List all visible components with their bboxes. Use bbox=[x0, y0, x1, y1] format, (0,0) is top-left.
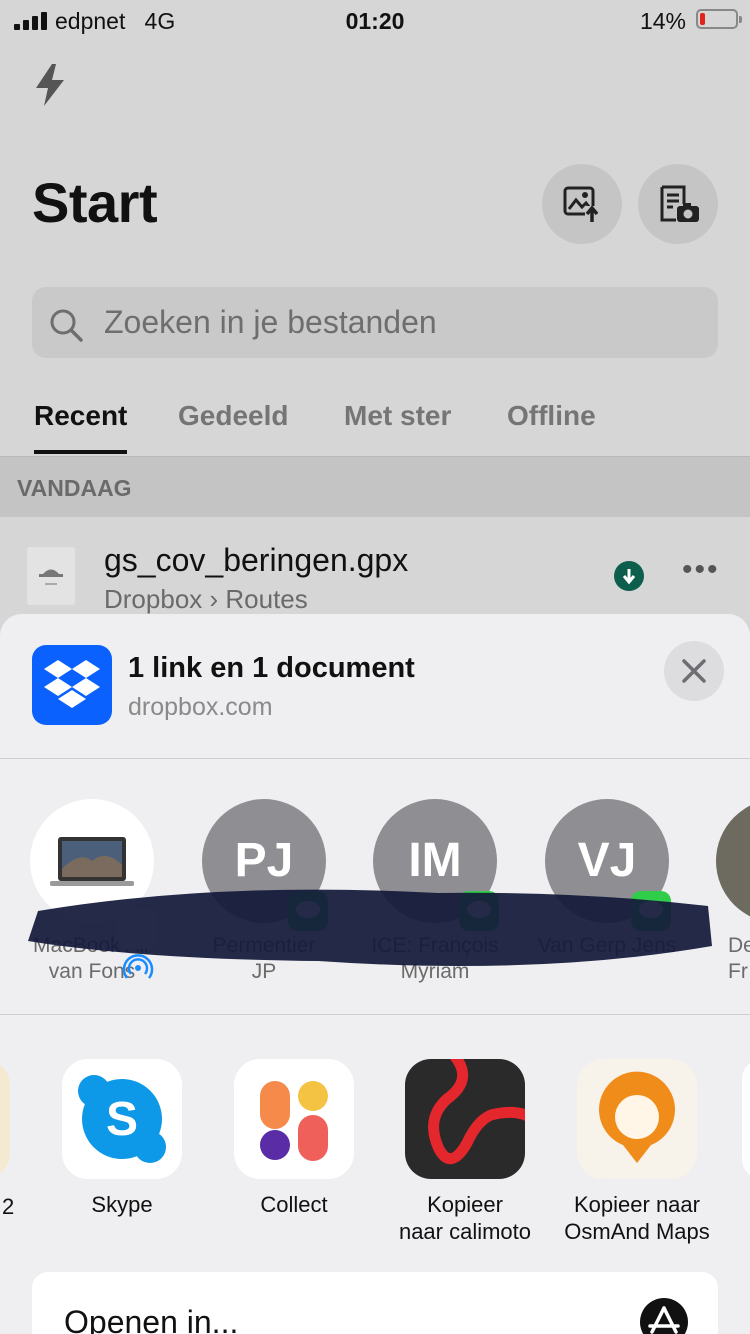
close-icon bbox=[682, 659, 706, 683]
lightning-bolt-icon[interactable] bbox=[32, 64, 68, 106]
battery-icon bbox=[696, 9, 742, 29]
messages-icon bbox=[459, 891, 499, 931]
share-target-macbook[interactable]: MacBook Air van Fons bbox=[30, 799, 158, 985]
app-store-icon bbox=[640, 1298, 688, 1334]
share-sheet: 1 link en 1 document dropbox.com MacBook… bbox=[0, 614, 750, 1334]
photo-upload-button[interactable] bbox=[542, 164, 622, 244]
status-time: 01:20 bbox=[345, 8, 405, 34]
section-header: VANDAAG bbox=[0, 457, 750, 517]
messages-icon bbox=[288, 891, 328, 931]
share-target-label: De Fr bbox=[728, 934, 750, 983]
partial-app-icon[interactable] bbox=[0, 1059, 10, 1179]
share-app-calimoto[interactable]: Kopieer naar calimoto bbox=[399, 1059, 531, 1245]
document-scan-button[interactable] bbox=[638, 164, 718, 244]
share-target-contact[interactable]: PJ Permentier JP bbox=[202, 799, 328, 985]
search-icon bbox=[50, 309, 83, 342]
battery-percentage: 14% bbox=[639, 8, 686, 34]
section-label: VANDAAG bbox=[17, 475, 132, 501]
messages-icon bbox=[631, 891, 671, 931]
tab-gedeeld[interactable]: Gedeeld bbox=[178, 400, 288, 432]
app-label: Kopieer naar calimoto bbox=[398, 1192, 532, 1244]
share-app-collect[interactable]: Collect bbox=[234, 1059, 354, 1218]
share-sheet-header: 1 link en 1 document dropbox.com bbox=[0, 614, 750, 759]
gpx-file-icon bbox=[27, 547, 75, 605]
open-in-button[interactable]: Openen in... bbox=[32, 1272, 718, 1334]
share-target-label: Permentier JP bbox=[212, 934, 316, 983]
collect-icon bbox=[234, 1059, 354, 1179]
share-target-contact[interactable]: De Fr bbox=[716, 799, 750, 985]
tab-offline[interactable]: Offline bbox=[507, 400, 596, 432]
open-in-label: Openen in... bbox=[64, 1304, 239, 1334]
share-people-row: MacBook Air van Fons PJ Permentier JP IM I… bbox=[0, 759, 750, 1015]
document-scan-icon bbox=[660, 185, 699, 222]
search-placeholder: Zoeken in je bestanden bbox=[104, 304, 437, 340]
app-label: Collect bbox=[260, 1192, 328, 1217]
photo-upload-icon bbox=[563, 186, 600, 222]
offline-download-icon bbox=[614, 561, 644, 591]
list-item[interactable]: gs_cov_beringen.gpx Dropbox › Routes ••• bbox=[0, 517, 750, 627]
partial-app-label: 2 bbox=[2, 1194, 15, 1219]
partial-app-icon[interactable] bbox=[742, 1059, 750, 1179]
file-name: gs_cov_beringen.gpx bbox=[104, 542, 409, 578]
skype-icon: S bbox=[62, 1059, 182, 1179]
share-target-contact[interactable]: VJ Van Gerp Jens bbox=[538, 799, 676, 959]
calimoto-icon bbox=[405, 1059, 525, 1179]
tab-bar: Recent Gedeeld Met ster Offline bbox=[0, 400, 750, 457]
share-target-contact[interactable]: IM ICE: François Myriam bbox=[371, 799, 499, 985]
page-title: Start bbox=[32, 171, 158, 234]
osmand-icon bbox=[577, 1059, 697, 1179]
avatar bbox=[716, 799, 750, 923]
share-target-label: ICE: François Myriam bbox=[371, 934, 499, 983]
dropbox-icon bbox=[32, 645, 112, 725]
close-button[interactable] bbox=[664, 641, 724, 701]
more-icon[interactable]: ••• bbox=[682, 555, 720, 585]
file-path: Dropbox › Routes bbox=[104, 584, 308, 614]
macbook-avatar bbox=[30, 799, 158, 979]
share-target-label: Van Gerp Jens bbox=[537, 934, 677, 957]
share-apps-row: 2 S Skype Collect Kopieer naar calimoto … bbox=[0, 1014, 750, 1264]
tab-met-ster[interactable]: Met ster bbox=[344, 400, 451, 432]
share-app-osmand[interactable]: Kopieer naar OsmAnd Maps bbox=[564, 1059, 710, 1245]
status-bar: edpnet 4G 01:20 14% bbox=[0, 0, 750, 44]
share-title: 1 link en 1 document bbox=[128, 652, 415, 684]
app-label: Kopieer naar OsmAnd Maps bbox=[564, 1192, 710, 1244]
app-label: Skype bbox=[91, 1192, 153, 1217]
svg-text:S: S bbox=[106, 1093, 138, 1146]
share-subtitle: dropbox.com bbox=[128, 693, 273, 721]
share-app-skype[interactable]: S Skype bbox=[62, 1059, 182, 1218]
tab-recent[interactable]: Recent bbox=[34, 400, 128, 454]
search-input[interactable]: Zoeken in je bestanden bbox=[32, 287, 718, 358]
airdrop-icon bbox=[118, 909, 158, 979]
